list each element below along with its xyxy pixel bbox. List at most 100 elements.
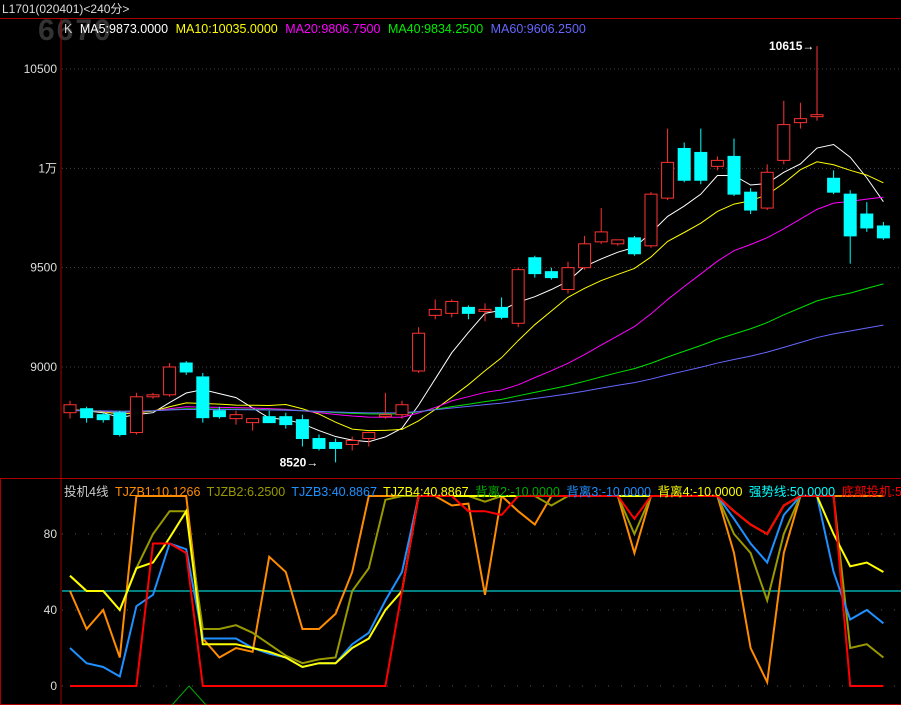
candle-body: [876, 225, 890, 239]
candle-body: [80, 408, 94, 419]
legend-tjzb1: TJZB1:10.1266: [114, 485, 201, 499]
candle: [578, 235, 592, 270]
candle: [179, 361, 193, 375]
price-tick-label: 9500: [30, 261, 57, 275]
chart-canvas[interactable]: 10500 1万 9500 9000 80 40 0 10615→ 8520→: [0, 0, 901, 705]
candle-body: [329, 441, 343, 449]
candle: [760, 164, 774, 211]
candle: [295, 414, 309, 447]
candle: [246, 418, 260, 431]
candle: [229, 410, 243, 425]
candle: [163, 363, 177, 397]
legend-ma10: MA10:10035.0000: [175, 22, 278, 36]
candle: [827, 170, 841, 195]
candle-body: [445, 300, 459, 314]
candle-body: [196, 376, 210, 419]
candle: [445, 299, 459, 318]
candle-body: [710, 159, 724, 167]
ma20-line: [69, 196, 884, 418]
candle: [677, 142, 691, 183]
candle: [345, 436, 359, 451]
candle: [113, 410, 127, 437]
legend-bl2: 背离2:-10.0000: [475, 485, 560, 499]
candle: [495, 297, 509, 320]
indicator-tick-label: 80: [44, 527, 58, 541]
candle: [528, 255, 542, 278]
candle-body: [96, 414, 110, 421]
candle-body: [146, 394, 160, 398]
candle-body: [246, 418, 260, 424]
candle: [96, 412, 110, 423]
indicator-tick-label: 0: [50, 679, 57, 693]
candle-body: [744, 191, 758, 211]
candle-body: [544, 271, 558, 279]
candle: [80, 406, 94, 423]
legend-tjzb4: TJZB4:40.8867: [383, 485, 469, 499]
candle-body: [827, 177, 841, 193]
high-price-label: 10615→: [769, 39, 814, 53]
candle-body: [578, 243, 592, 269]
candle: [661, 128, 675, 201]
legend-tjzb2: TJZB2:6.2500: [206, 485, 286, 499]
candle: [312, 434, 326, 451]
candle: [644, 192, 658, 248]
series-line-1: [69, 494, 884, 686]
candle-body: [760, 171, 774, 209]
candle-body: [279, 416, 293, 426]
candle-body: [594, 231, 608, 243]
candle: [627, 235, 641, 256]
candle-body: [561, 267, 575, 291]
candle: [544, 267, 558, 280]
candle-body: [163, 366, 177, 396]
candle-body: [345, 440, 359, 445]
candle-body: [810, 114, 824, 118]
candle-body: [511, 269, 525, 324]
candle: [876, 221, 890, 240]
candle-body: [129, 396, 143, 434]
candle-body: [793, 118, 807, 124]
candle-body: [611, 239, 625, 245]
candle-body: [627, 237, 641, 255]
legend-bl4: 背离4:-10.0000: [657, 485, 743, 499]
candle: [63, 400, 77, 419]
candle-body: [179, 362, 193, 373]
candle: [843, 190, 857, 264]
candle: [196, 372, 210, 423]
candle-body: [63, 404, 77, 414]
indicator-tick-label: 40: [44, 603, 58, 617]
candle: [860, 202, 874, 232]
candle: [212, 406, 226, 419]
candle-body: [362, 432, 376, 440]
legend-qsx: 强势线:50.0000: [748, 485, 836, 499]
candle: [744, 188, 758, 215]
candle: [777, 100, 791, 165]
candle-body: [113, 412, 127, 436]
indicator-name: 投机4线: [64, 485, 109, 499]
candle: [727, 138, 741, 197]
price-tick-label: 1万: [38, 161, 57, 175]
low-price-label: 8520→: [280, 455, 319, 469]
candle-body: [694, 151, 708, 181]
indicator-legend: 投机4线 TJZB1:10.1266 TJZB2:6.2500 TJZB3:40…: [64, 481, 901, 500]
candle-body: [727, 155, 741, 195]
candle-body: [478, 308, 492, 312]
candle: [810, 46, 824, 121]
candle-body: [677, 147, 691, 181]
candle-body: [212, 410, 226, 418]
legend-ma20: MA20:9806.7500: [285, 22, 381, 36]
candle: [611, 239, 625, 246]
candle-body: [843, 193, 857, 237]
candle-body: [378, 414, 392, 418]
candle: [511, 267, 525, 328]
legend-bl3: 背离3:-10.0000: [566, 485, 652, 499]
candle-body: [295, 419, 309, 440]
candle: [362, 432, 376, 447]
candle: [129, 392, 143, 435]
candle: [378, 392, 392, 419]
candle-body: [777, 124, 791, 161]
candle-body: [412, 332, 426, 372]
candle: [694, 128, 708, 185]
legend-ma40: MA40:9834.2500: [387, 22, 484, 36]
price-tick-label: 9000: [30, 360, 57, 374]
candle-body: [495, 306, 509, 318]
